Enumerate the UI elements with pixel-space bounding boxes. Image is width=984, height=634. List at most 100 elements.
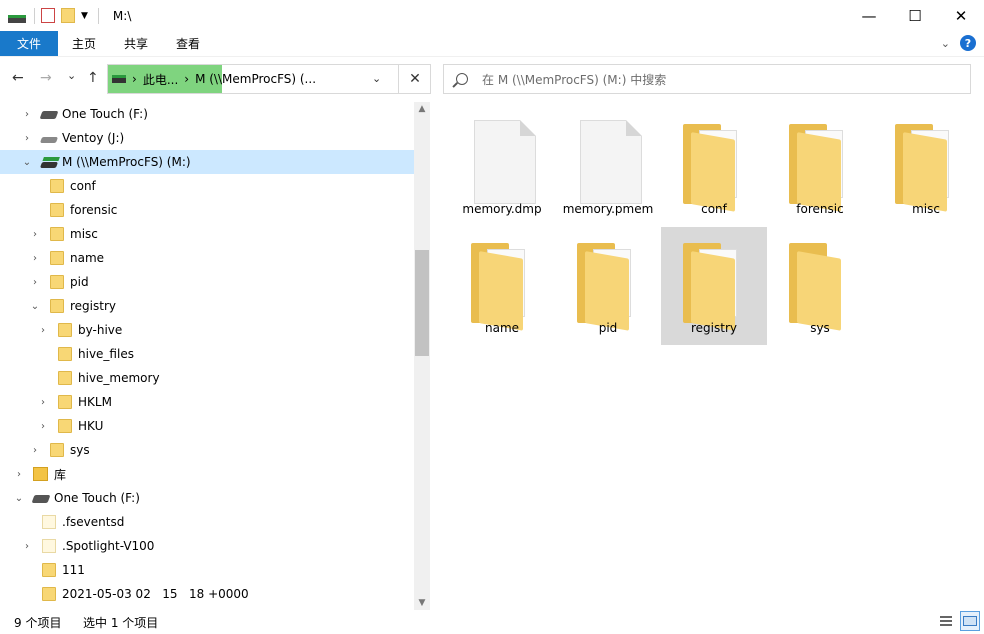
tree-item[interactable]: › One Touch (F:) [0, 102, 414, 126]
expand-arrow-icon[interactable]: › [22, 133, 32, 144]
up-button[interactable]: ↑ [87, 70, 99, 86]
scroll-down-icon[interactable]: ▼ [414, 598, 430, 608]
tree-item[interactable]: hive_files [0, 342, 414, 366]
tree-item[interactable]: 111 [0, 558, 414, 582]
large-icons-view-button[interactable] [960, 611, 980, 631]
expand-arrow-icon[interactable]: › [30, 445, 40, 456]
tab-home[interactable]: 主页 [58, 31, 110, 56]
tab-share[interactable]: 共享 [110, 31, 162, 56]
expand-arrow-icon[interactable]: › [30, 253, 40, 264]
tree-item[interactable]: hive_memory [0, 366, 414, 390]
scrollbar-thumb[interactable] [415, 250, 429, 356]
breadcrumb-drive-m[interactable]: M (\\MemProcFS) (... [195, 72, 316, 86]
tree-item-selected[interactable]: ⌄ M (\\MemProcFS) (M:) [0, 150, 414, 174]
tree-item-label: conf [70, 179, 96, 193]
tree-item[interactable]: › name [0, 246, 414, 270]
folder-icon [50, 299, 64, 313]
folder-icon [50, 443, 64, 457]
tab-file[interactable]: 文件 [0, 31, 58, 56]
expand-arrow-icon[interactable]: › [22, 109, 32, 120]
folder-icon [683, 124, 745, 212]
search-box[interactable]: 在 M (\\MemProcFS) (M:) 中搜索 [443, 64, 971, 94]
tab-view[interactable]: 查看 [162, 31, 214, 56]
help-icon[interactable]: ? [960, 35, 976, 51]
folder-item-label: pid [598, 321, 618, 335]
tree-item[interactable]: forensic [0, 198, 414, 222]
forward-button[interactable]: → [40, 70, 52, 86]
close-button[interactable]: ✕ [938, 0, 984, 31]
collapse-arrow-icon[interactable]: ⌄ [30, 301, 40, 312]
folder-item[interactable]: forensic [767, 108, 873, 226]
folder-item-selected[interactable]: registry [661, 227, 767, 345]
expand-arrow-icon[interactable]: › [38, 421, 48, 432]
expand-arrow-icon[interactable]: › [30, 229, 40, 240]
back-button[interactable]: ← [12, 70, 24, 86]
ribbon-tabs: 文件 主页 共享 查看 ⌄ ? [0, 31, 984, 56]
title-bar: ▼ M:\ — ☐ ✕ [0, 0, 984, 31]
file-item[interactable]: memory.dmp [449, 108, 555, 226]
tree-item[interactable]: 2021-05-03 02 15 18 +0000 [0, 582, 414, 606]
tree-item-label: M (\\MemProcFS) (M:) [62, 155, 191, 169]
maximize-button[interactable]: ☐ [892, 0, 938, 31]
tree-item[interactable]: › HKU [0, 414, 414, 438]
expand-arrow-icon[interactable]: › [22, 541, 32, 552]
minimize-button[interactable]: — [846, 0, 892, 31]
folder-item[interactable]: name [449, 227, 555, 345]
window-controls: — ☐ ✕ [846, 0, 984, 31]
tree-item[interactable]: conf [0, 174, 414, 198]
properties-icon[interactable] [41, 8, 55, 23]
folder-icon [58, 419, 72, 433]
view-switcher [936, 611, 980, 631]
navigation-tree: › One Touch (F:) › Ventoy (J:) ⌄ M (\\Me… [0, 102, 430, 610]
expand-arrow-icon[interactable]: › [38, 325, 48, 336]
tree-item[interactable]: ⌄ registry [0, 294, 414, 318]
tree-item[interactable]: › HKLM [0, 390, 414, 414]
tree-item-label: 库 [54, 467, 67, 482]
folder-item-label: name [484, 321, 520, 335]
tree-item[interactable]: › Ventoy (J:) [0, 126, 414, 150]
search-icon [456, 73, 468, 85]
tree-item[interactable]: › by-hive [0, 318, 414, 342]
collapse-arrow-icon[interactable]: ⌄ [14, 493, 24, 504]
tree-item[interactable]: › sys [0, 438, 414, 462]
address-bar[interactable]: › 此电... › M (\\MemProcFS) (... ⌄ ✕ [107, 64, 431, 94]
folder-item-label: registry [691, 321, 737, 335]
file-icon [474, 120, 536, 204]
collapse-arrow-icon[interactable]: ⌄ [22, 157, 32, 168]
large-icons-view-icon [963, 616, 977, 626]
expand-arrow-icon[interactable]: › [14, 469, 24, 480]
details-view-button[interactable] [936, 611, 956, 631]
recent-locations-button[interactable]: ⌄ [67, 69, 76, 82]
file-item-label: memory.pmem [562, 202, 654, 216]
tree-item[interactable]: ⌄ One Touch (F:) [0, 486, 414, 510]
file-item-label: memory.dmp [462, 202, 542, 216]
address-dropdown-icon[interactable]: ⌄ [372, 72, 381, 85]
customize-toolbar-icon[interactable]: ▼ [81, 11, 88, 21]
scroll-up-icon[interactable]: ▲ [414, 104, 430, 114]
breadcrumb-this-pc[interactable]: 此电... [143, 71, 178, 88]
expand-arrow-icon[interactable]: › [38, 397, 48, 408]
folder-item[interactable]: conf [661, 108, 767, 226]
tree-item[interactable]: › misc [0, 222, 414, 246]
tree-item-label: registry [70, 299, 116, 313]
tree-item[interactable]: › pid [0, 270, 414, 294]
drive-icon [39, 111, 59, 119]
folder-item[interactable]: sys [767, 227, 873, 345]
folder-icon [58, 395, 72, 409]
file-item[interactable]: memory.pmem [555, 108, 661, 226]
quick-access-toolbar: ▼ [0, 0, 105, 31]
address-clear-button[interactable]: ✕ [398, 65, 431, 93]
folder-item[interactable]: pid [555, 227, 661, 345]
new-folder-icon[interactable] [61, 8, 75, 23]
tree-item-label: hive_files [78, 347, 134, 361]
tree-item[interactable]: .fseventsd [0, 510, 414, 534]
expand-arrow-icon[interactable]: › [30, 277, 40, 288]
tree-item-label: forensic [70, 203, 118, 217]
expand-ribbon-icon[interactable]: ⌄ [941, 37, 950, 50]
tree-item[interactable]: › .Spotlight-V100 [0, 534, 414, 558]
folder-item[interactable]: misc [873, 108, 979, 226]
tree-item[interactable]: › 库 [0, 462, 414, 486]
tree-scrollbar[interactable]: ▲ ▼ [414, 102, 430, 610]
folder-icon [895, 124, 957, 212]
navigation-bar: ← → ⌄ ↑ › 此电... › M (\\MemProcFS) (... ⌄… [0, 56, 984, 102]
